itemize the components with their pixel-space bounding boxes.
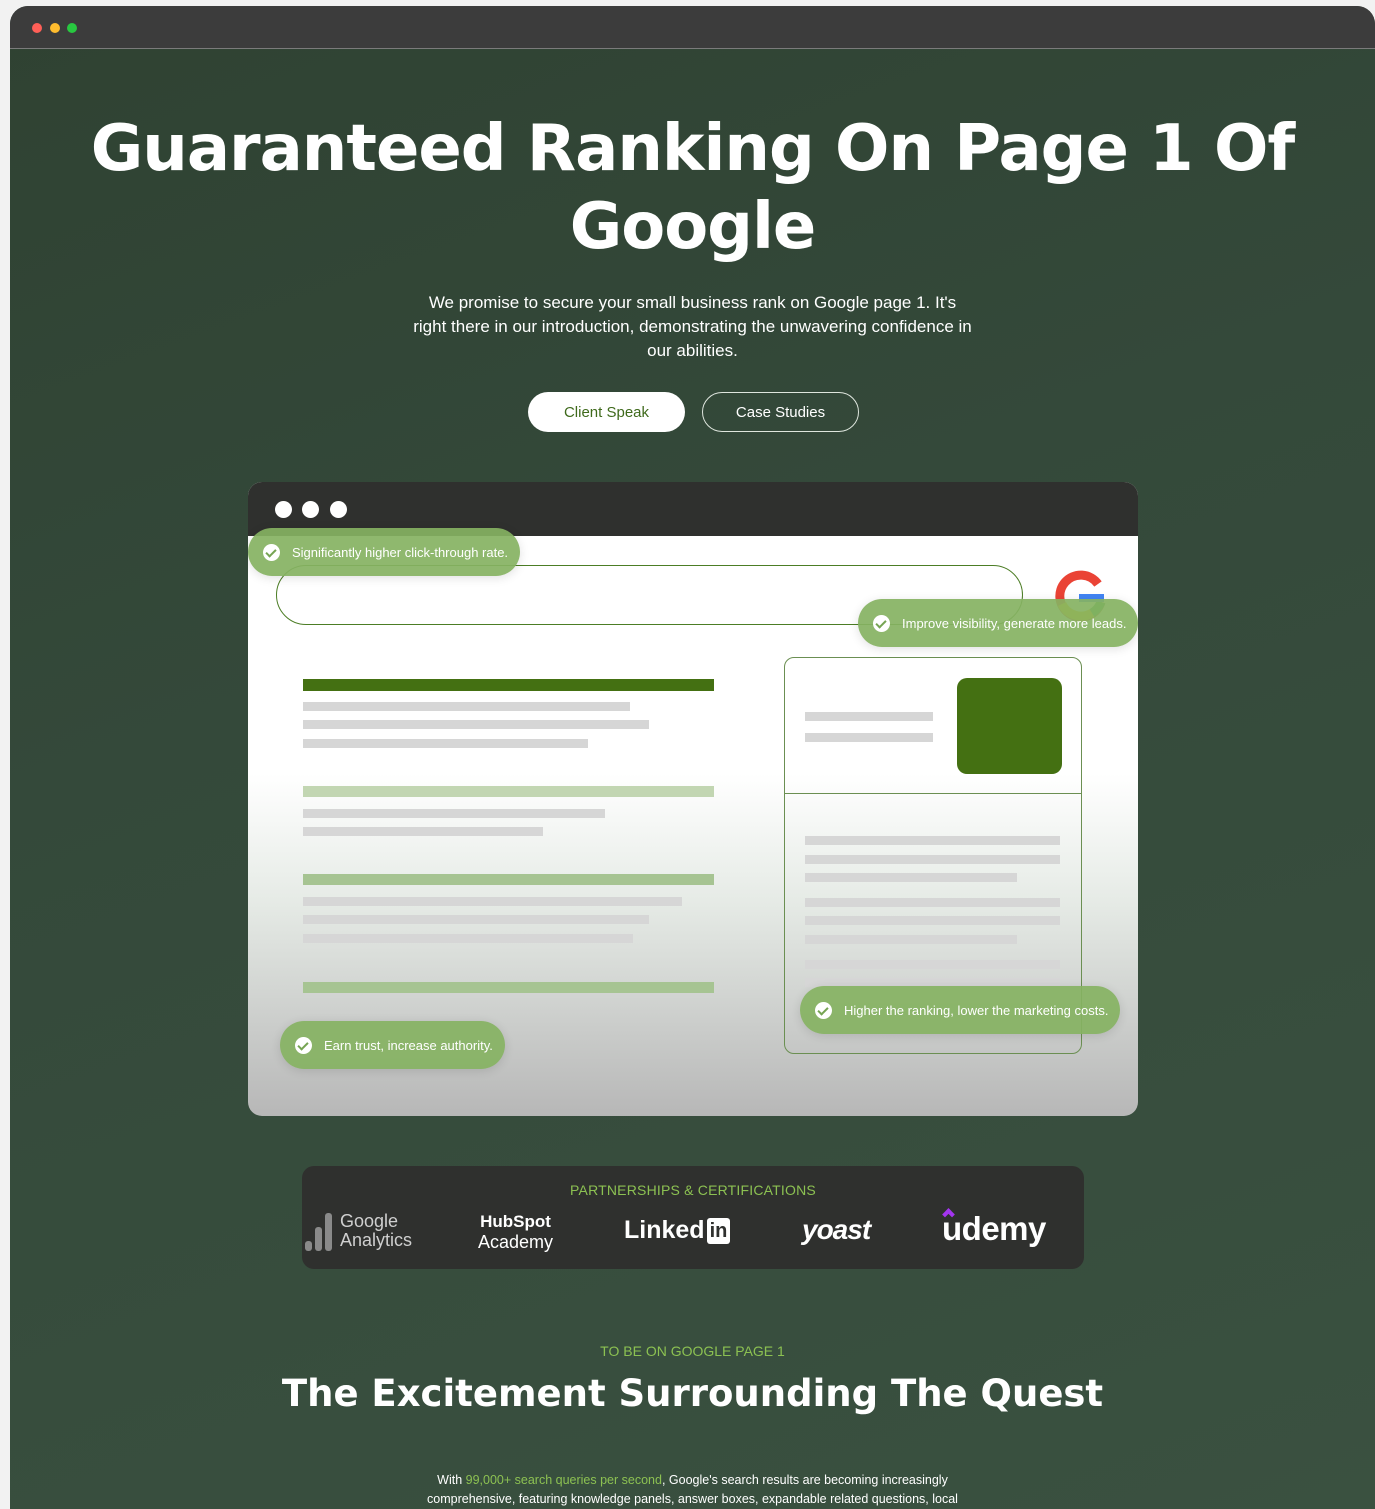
result-line bbox=[303, 827, 543, 836]
benefit-pill-trust: Earn trust, increase authority. bbox=[280, 1021, 505, 1069]
hero-title: Guaranteed Ranking On Page 1 Of Google bbox=[90, 112, 1295, 264]
case-studies-button[interactable]: Case Studies bbox=[702, 392, 859, 432]
check-icon bbox=[263, 543, 280, 561]
result-line bbox=[303, 809, 605, 818]
section-body: With 99,000+ search queries per second, … bbox=[427, 1473, 958, 1506]
close-window-button[interactable] bbox=[32, 23, 42, 33]
result-title-bar bbox=[303, 679, 714, 691]
panel-line bbox=[805, 873, 1017, 882]
partners-bar: PARTNERSHIPS & CERTIFICATIONS Google Ana… bbox=[302, 1166, 1084, 1269]
result-title-bar bbox=[303, 786, 714, 797]
browser-window: Guaranteed Ranking On Page 1 Of Google W… bbox=[10, 6, 1375, 1509]
google-analytics-logo: Google Analytics bbox=[340, 1211, 413, 1250]
panel-line bbox=[805, 836, 1060, 845]
result-line bbox=[303, 915, 649, 924]
benefit-pill-costs: Higher the ranking, lower the marketing … bbox=[800, 986, 1120, 1034]
result-line bbox=[303, 739, 588, 748]
benefit-text: Earn trust, increase authority. bbox=[324, 1037, 493, 1053]
window-titlebar bbox=[10, 6, 1375, 49]
result-title-bar bbox=[303, 874, 714, 885]
benefit-text: Significantly higher click-through rate. bbox=[292, 544, 509, 560]
result-line bbox=[303, 897, 682, 906]
check-icon bbox=[815, 1001, 832, 1019]
result-title-bar bbox=[303, 982, 714, 993]
panel-line bbox=[805, 960, 1060, 969]
result-line bbox=[303, 702, 630, 711]
panel-line bbox=[805, 712, 933, 721]
yoast-logo: yoast bbox=[802, 1214, 871, 1245]
benefit-text: Improve visibility, generate more leads. bbox=[902, 615, 1127, 631]
udemy-logo: udemy bbox=[942, 1210, 1046, 1247]
google-analytics-icon bbox=[302, 1211, 337, 1251]
result-line bbox=[303, 934, 633, 943]
panel-line bbox=[805, 935, 1017, 944]
partners-label: PARTNERSHIPS & CERTIFICATIONS bbox=[570, 1182, 816, 1198]
linkedin-logo: Linked in bbox=[624, 1216, 731, 1245]
result-line bbox=[303, 720, 649, 729]
panel-line bbox=[805, 916, 1060, 925]
maximize-window-button[interactable] bbox=[67, 23, 77, 33]
hero-subtitle: We promise to secure your small business… bbox=[413, 293, 972, 360]
client-speak-button[interactable]: Client Speak bbox=[528, 392, 685, 432]
knowledge-panel-header bbox=[785, 658, 1081, 794]
check-icon bbox=[295, 1036, 312, 1054]
search-queries-link[interactable]: 99,000+ search queries per second bbox=[466, 1473, 662, 1487]
check-icon bbox=[873, 614, 890, 632]
section-eyebrow: TO BE ON GOOGLE PAGE 1 bbox=[600, 1343, 785, 1359]
section-title: The Excitement Surrounding The Quest bbox=[281, 1372, 1104, 1415]
serp-mockup: Significantly higher click-through rate.… bbox=[248, 482, 1138, 1116]
mockup-dot bbox=[330, 501, 347, 518]
hubspot-academy-logo: HubSpot Academy bbox=[478, 1212, 554, 1252]
minimize-window-button[interactable] bbox=[50, 23, 60, 33]
panel-line bbox=[805, 733, 933, 742]
benefit-text: Higher the ranking, lower the marketing … bbox=[844, 1002, 1109, 1018]
benefit-pill-ctr: Significantly higher click-through rate. bbox=[248, 528, 520, 576]
mockup-dot bbox=[275, 501, 292, 518]
mockup-dot bbox=[302, 501, 319, 518]
panel-line bbox=[805, 898, 1060, 907]
panel-image-placeholder bbox=[957, 678, 1062, 774]
panel-line bbox=[805, 855, 1060, 864]
benefit-pill-visibility: Improve visibility, generate more leads. bbox=[858, 599, 1138, 647]
